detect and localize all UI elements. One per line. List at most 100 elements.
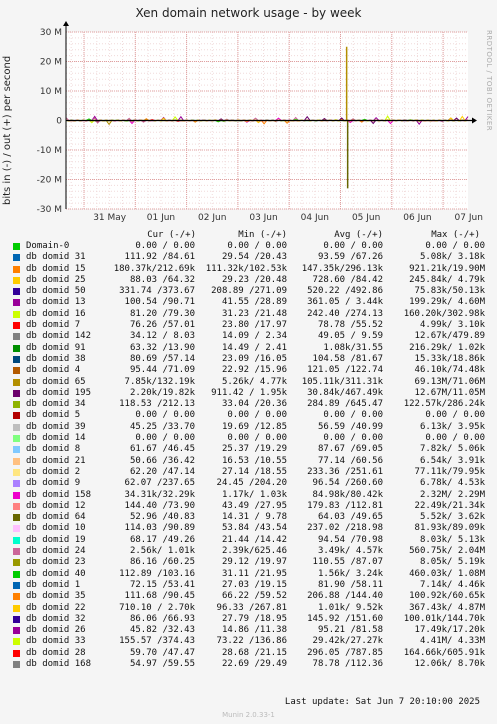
cur-value: 59.70 /47.47 — [129, 647, 195, 658]
max-value: 245.84k/ 4.79k — [409, 274, 485, 285]
x-tick-label: 04 Jun — [301, 213, 329, 223]
min-value: 23.09 /16.05 — [221, 353, 287, 364]
legend-row: db domid 158 34.31k/32.29k 1.17k/ 1.03k 84.… — [0, 490, 497, 501]
series-name: db domid 35 — [26, 591, 86, 602]
min-value: 19.69 /12.85 — [221, 421, 287, 432]
avg-value: 0.00 / 0.00 — [323, 433, 383, 444]
series-name: db domid 33 — [26, 636, 86, 647]
min-value: 23.80 /17.97 — [221, 320, 287, 331]
munin-version: Munin 2.0.33-1 — [222, 711, 275, 719]
min-value: 208.89 /271.09 — [211, 286, 287, 297]
min-value: 111.32k/102.53k — [205, 263, 287, 274]
min-value: 21.44 /14.42 — [221, 534, 287, 545]
legend-row: db domid 31 111.92 /84.61 29.54 /20.43 93.5… — [0, 252, 497, 263]
legend-row: db domid 4 95.44 /71.09 22.92 /15.96 121.05… — [0, 365, 497, 376]
series-name: db domid 64 — [26, 512, 86, 523]
x-tick-label: 03 Jun — [249, 213, 277, 223]
avg-value: 64.03 /49.65 — [317, 512, 383, 523]
legend-row: db domid 50 331.74 /373.67 208.89 /271.09 5… — [0, 286, 497, 297]
cur-value: 80.69 /57.14 — [129, 353, 195, 364]
legend-swatch — [13, 389, 20, 397]
x-tick-label: 07 Jun — [455, 213, 483, 223]
cur-value: 86.16 /60.25 — [129, 557, 195, 568]
cur-value: 2.56k/ 1.01k — [129, 546, 195, 557]
min-value: 24.45 /204.20 — [216, 478, 287, 489]
max-value: 5.08k/ 3.18k — [419, 252, 485, 263]
legend-swatch — [13, 288, 20, 296]
legend-row: db domid 38 80.69 /57.14 23.09 /16.05 104.5… — [0, 354, 497, 365]
series-name: db domid 21 — [26, 455, 86, 466]
x-axis-arrow — [472, 117, 477, 124]
legend-swatch — [13, 322, 20, 330]
header-cur: Cur (-/+) — [147, 230, 196, 240]
cur-value: 34.31k/32.29k — [124, 489, 195, 500]
legend-swatch — [13, 457, 20, 465]
avg-value: 233.36 /251.61 — [307, 466, 383, 477]
min-value: 0.00 / 0.00 — [227, 410, 287, 421]
cur-value: 88.03 /64.32 — [129, 274, 195, 285]
plot-area: 30 M 20 M 10 M 0 -10 M -20 M -30 M 31 May 01 Jun… — [37, 21, 483, 223]
legend-swatch — [13, 355, 20, 363]
y-axis-arrow — [63, 21, 69, 26]
avg-value: 237.02 /218.98 — [307, 523, 383, 534]
avg-value: 3.49k/ 4.57k — [317, 546, 383, 557]
min-value: 16.53 /10.55 — [221, 455, 287, 466]
legend-swatch — [13, 299, 20, 307]
legend-row: db domid 1 72.15 /53.41 27.03 /19.15 81.90 … — [0, 580, 497, 591]
max-value: 77.11k/79.95k — [414, 466, 485, 477]
avg-value: 93.59 /67.26 — [317, 252, 383, 263]
legend-row: db domid 33 155.57 /374.43 73.22 /136.86 29… — [0, 636, 497, 647]
cur-value: 7.85k/132.19k — [124, 376, 195, 387]
legend-swatch — [13, 559, 20, 567]
legend-swatch — [13, 536, 20, 544]
legend-swatch — [13, 593, 20, 601]
legend-row: db domid 64 52.96 /40.83 14.31 / 9.78 64.03… — [0, 512, 497, 523]
legend-row: db domid 34 118.53 /212.13 33.04 /20.36 284… — [0, 399, 497, 410]
legend-swatch — [13, 401, 20, 409]
cur-value: 144.40 /73.90 — [124, 500, 195, 511]
series-name: db domid 10 — [26, 523, 86, 534]
cur-value: 50.66 /36.42 — [129, 455, 195, 466]
y-tick-label: 30 M — [40, 28, 62, 38]
legend-swatch — [13, 604, 20, 612]
min-value: 28.68 /21.15 — [221, 647, 287, 658]
max-value: 12.06k/ 8.70k — [414, 658, 485, 669]
max-value: 22.49k/21.34k — [414, 500, 485, 511]
avg-value: 284.89 /645.47 — [307, 399, 383, 410]
legend-row: db domid 14 0.00 / 0.00 0.00 / 0.00 0.00 / … — [0, 433, 497, 444]
legend-swatch — [13, 378, 20, 386]
legend-row: db domid 40 112.89 /103.16 31.11 /21.95 1.5… — [0, 569, 497, 580]
series-name: db domid 13 — [26, 297, 86, 308]
legend-swatch — [13, 660, 20, 668]
max-value: 2.32M/ 2.29M — [419, 489, 485, 500]
max-value: 4.41M/ 4.33M — [419, 636, 485, 647]
cur-value: 0.00 / 0.00 — [135, 410, 195, 421]
max-value: 216.29k/ 1.02k — [409, 342, 485, 353]
avg-value: 145.92 /151.60 — [307, 613, 383, 624]
legend-swatch — [13, 412, 20, 420]
max-value: 921.21k/19.90M — [409, 263, 485, 274]
legend: Domain-0 0.00 / 0.00 0.00 / 0.00 0.00 / 0.0… — [0, 241, 497, 670]
legend-swatch — [13, 423, 20, 431]
cur-value: 62.20 /47.14 — [129, 466, 195, 477]
series-name: db domid 19 — [26, 534, 86, 545]
min-value: 29.12 /19.97 — [221, 557, 287, 568]
cur-value: 34.12 / 8.03 — [129, 331, 195, 342]
legend-swatch — [13, 480, 20, 488]
min-value: 0.00 / 0.00 — [227, 433, 287, 444]
min-value: 0.00 / 0.00 — [227, 241, 287, 251]
legend-row: db domid 2 62.20 /47.14 27.14 /18.55 233.36… — [0, 467, 497, 478]
min-value: 22.69 /29.49 — [221, 658, 287, 669]
min-value: 41.55 /28.89 — [221, 297, 287, 308]
cur-value: 95.44 /71.09 — [129, 365, 195, 376]
y-tick-label: 20 M — [40, 58, 62, 68]
cur-value: 63.32 /13.90 — [129, 342, 195, 353]
avg-value: 361.05 / 3.44k — [307, 297, 383, 308]
cur-value: 114.03 /90.89 — [124, 523, 195, 534]
min-value: 31.11 /21.95 — [221, 568, 287, 579]
cur-value: 61.67 /46.45 — [129, 444, 195, 455]
min-value: 29.54 /20.43 — [221, 252, 287, 263]
legend-swatch — [13, 310, 20, 318]
max-value: 367.43k/ 4.87M — [409, 602, 485, 613]
max-value: 6.78k/ 4.53k — [419, 478, 485, 489]
